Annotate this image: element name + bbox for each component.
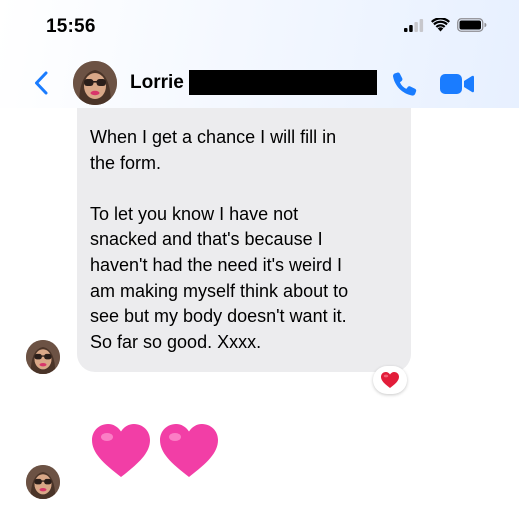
back-button[interactable] — [30, 68, 54, 98]
video-camera-icon — [440, 74, 474, 94]
emoji-message[interactable] — [90, 422, 220, 480]
sender-avatar[interactable] — [26, 465, 60, 499]
status-icons — [404, 18, 487, 32]
pink-heart-emoji — [160, 424, 218, 477]
audio-call-button[interactable] — [390, 70, 418, 98]
contact-name[interactable]: Lorrie — [130, 72, 184, 94]
video-call-button[interactable] — [440, 73, 474, 95]
battery-icon — [457, 18, 487, 32]
reaction-badge[interactable] — [373, 366, 407, 394]
avatar-photo — [26, 340, 60, 374]
status-time: 15:56 — [46, 16, 96, 37]
avatar-photo — [73, 61, 117, 105]
redaction-bar — [189, 70, 377, 95]
heart-reaction-icon — [381, 372, 399, 388]
avatar-photo — [26, 465, 60, 499]
message-text: When I get a chance I will fill in the f… — [90, 127, 349, 352]
sender-avatar[interactable] — [26, 340, 60, 374]
chevron-left-icon — [35, 71, 48, 95]
cellular-signal-icon — [404, 18, 424, 32]
wifi-icon — [431, 18, 450, 32]
pink-heart-emoji — [92, 424, 150, 477]
contact-avatar[interactable] — [73, 61, 117, 105]
phone-icon — [393, 72, 417, 96]
